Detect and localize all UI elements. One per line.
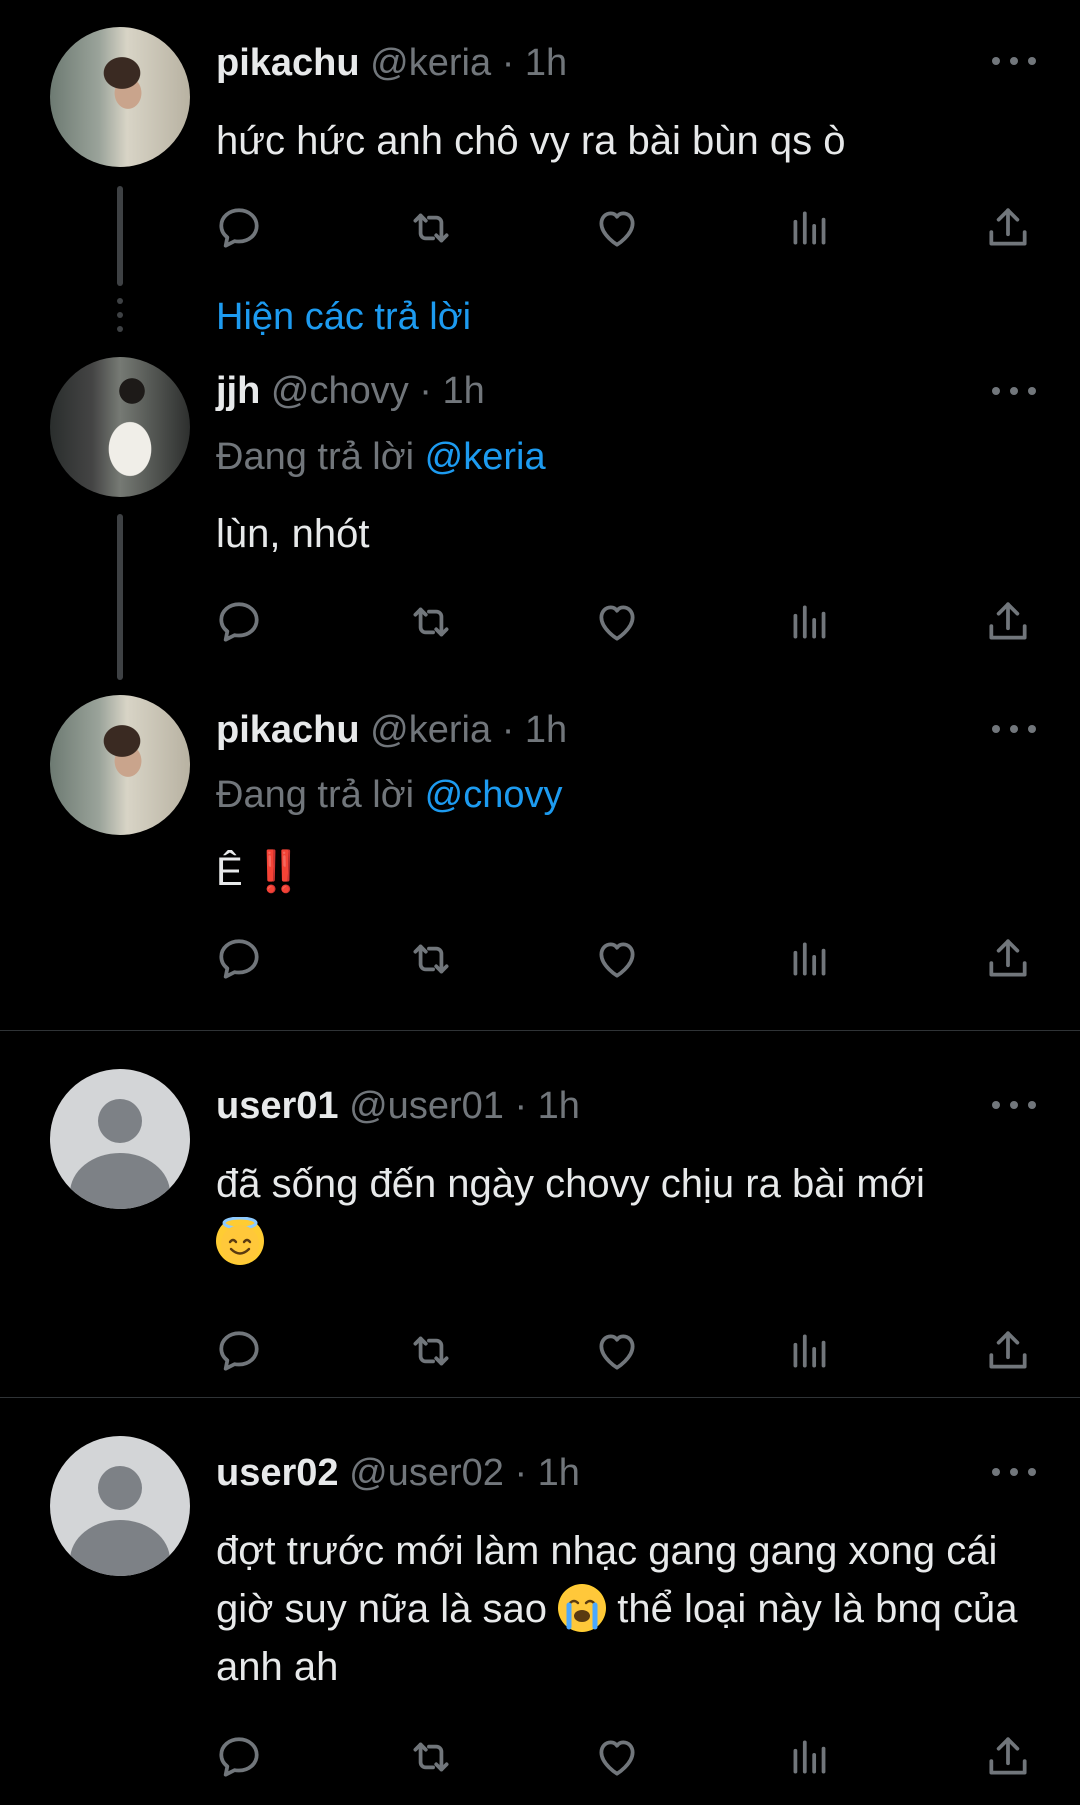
- repost-icon[interactable]: [406, 1732, 456, 1782]
- heart-icon[interactable]: [592, 203, 642, 253]
- thread-line: [117, 514, 123, 680]
- post-text: đã sống đến ngày chovy chịu ra bài mới: [216, 1155, 1036, 1271]
- thread-line: [117, 186, 123, 286]
- views-icon[interactable]: [785, 597, 835, 647]
- replying-to: Đang trả lời @chovy: [216, 772, 563, 818]
- replying-prefix: Đang trả lời: [216, 774, 415, 816]
- repost-icon[interactable]: [406, 597, 456, 647]
- default-avatar-icon[interactable]: [50, 1436, 190, 1576]
- views-icon[interactable]: [785, 1326, 835, 1376]
- default-avatar-icon[interactable]: [50, 1069, 190, 1209]
- post-text: lùn, nhót: [216, 512, 370, 556]
- reply-icon[interactable]: [214, 1732, 264, 1782]
- user-handle[interactable]: @keria: [370, 709, 491, 751]
- share-icon[interactable]: [983, 1732, 1033, 1782]
- user-handle[interactable]: @chovy: [271, 370, 409, 412]
- post-time: · 1h: [419, 370, 485, 412]
- post-text: Ê ‼️: [216, 843, 1036, 901]
- views-icon[interactable]: [785, 1732, 835, 1782]
- display-name[interactable]: pikachu: [216, 42, 360, 84]
- avatar[interactable]: [50, 695, 190, 835]
- post-header: user02 @user02 · 1h: [216, 1450, 580, 1496]
- action-bar: [0, 1732, 1080, 1782]
- post-2[interactable]: jjh @chovy · 1h Đang trả lời @keria lùn,…: [0, 350, 1080, 680]
- smiling-halo-emoji: [216, 1217, 264, 1265]
- post-header: pikachu @keria · 1h: [216, 40, 567, 86]
- double-exclamation-emoji: ‼️: [253, 850, 304, 894]
- post-time: · 1h: [514, 1452, 580, 1494]
- user-handle[interactable]: @user02: [349, 1452, 504, 1494]
- thread-dot: [117, 312, 123, 318]
- post-text-content: đã sống đến ngày chovy chịu ra bài mới: [216, 1162, 925, 1206]
- loudly-crying-emoji: [558, 1584, 607, 1632]
- replying-to: Đang trả lời @keria: [216, 434, 546, 480]
- post-5[interactable]: user02 @user02 · 1h đợt trước mới làm nh…: [0, 1398, 1080, 1805]
- reply-icon[interactable]: [214, 934, 264, 984]
- more-icon[interactable]: [992, 381, 1036, 401]
- action-bar: [0, 203, 1080, 253]
- user-handle[interactable]: @user01: [349, 1085, 504, 1127]
- action-bar: [0, 597, 1080, 647]
- views-icon[interactable]: [785, 203, 835, 253]
- post-text: đợt trước mới làm nhạc gang gang xong cá…: [216, 1522, 1042, 1696]
- post-time: · 1h: [501, 709, 568, 751]
- repost-icon[interactable]: [406, 1326, 456, 1376]
- action-bar: [0, 934, 1080, 984]
- display-name[interactable]: user02: [216, 1452, 339, 1494]
- heart-icon[interactable]: [592, 934, 642, 984]
- replying-prefix: Đang trả lời: [216, 436, 415, 478]
- avatar[interactable]: [50, 357, 190, 497]
- post-header: jjh @chovy · 1h: [216, 368, 485, 414]
- post-time: · 1h: [514, 1085, 580, 1127]
- views-icon[interactable]: [785, 934, 835, 984]
- share-icon[interactable]: [983, 597, 1033, 647]
- thread-dot: [117, 298, 123, 304]
- reply-icon[interactable]: [214, 597, 264, 647]
- heart-icon[interactable]: [592, 1326, 642, 1376]
- post-1[interactable]: pikachu @keria · 1h hức hức anh chô vy r…: [0, 0, 1080, 300]
- show-replies-link[interactable]: Hiện các trả lời: [216, 294, 471, 340]
- mention-link[interactable]: @chovy: [425, 774, 563, 816]
- more-icon[interactable]: [992, 51, 1036, 71]
- post-3[interactable]: pikachu @keria · 1h Đang trả lời @chovy …: [0, 690, 1080, 1030]
- share-icon[interactable]: [983, 934, 1033, 984]
- repost-icon[interactable]: [406, 203, 456, 253]
- avatar[interactable]: [50, 27, 190, 167]
- reply-icon[interactable]: [214, 203, 264, 253]
- heart-icon[interactable]: [592, 597, 642, 647]
- thread-dot: [117, 326, 123, 332]
- post-4[interactable]: user01 @user01 · 1h đã sống đến ngày cho…: [0, 1031, 1080, 1396]
- post-text: hức hức anh chô vy ra bài bùn qs ò: [216, 119, 846, 163]
- more-icon[interactable]: [992, 1095, 1036, 1115]
- post-time: · 1h: [501, 42, 568, 84]
- post-header: user01 @user01 · 1h: [216, 1083, 580, 1129]
- more-icon[interactable]: [992, 1462, 1036, 1482]
- repost-icon[interactable]: [406, 934, 456, 984]
- post-header: pikachu @keria · 1h: [216, 707, 567, 753]
- share-icon[interactable]: [983, 203, 1033, 253]
- more-icon[interactable]: [992, 719, 1036, 739]
- post-text-content: Ê: [216, 850, 243, 894]
- display-name[interactable]: pikachu: [216, 709, 360, 751]
- user-handle[interactable]: @keria: [370, 42, 491, 84]
- action-bar: [0, 1326, 1080, 1376]
- share-icon[interactable]: [983, 1326, 1033, 1376]
- display-name[interactable]: user01: [216, 1085, 339, 1127]
- display-name[interactable]: jjh: [216, 370, 260, 412]
- reply-icon[interactable]: [214, 1326, 264, 1376]
- heart-icon[interactable]: [592, 1732, 642, 1782]
- mention-link[interactable]: @keria: [425, 436, 546, 478]
